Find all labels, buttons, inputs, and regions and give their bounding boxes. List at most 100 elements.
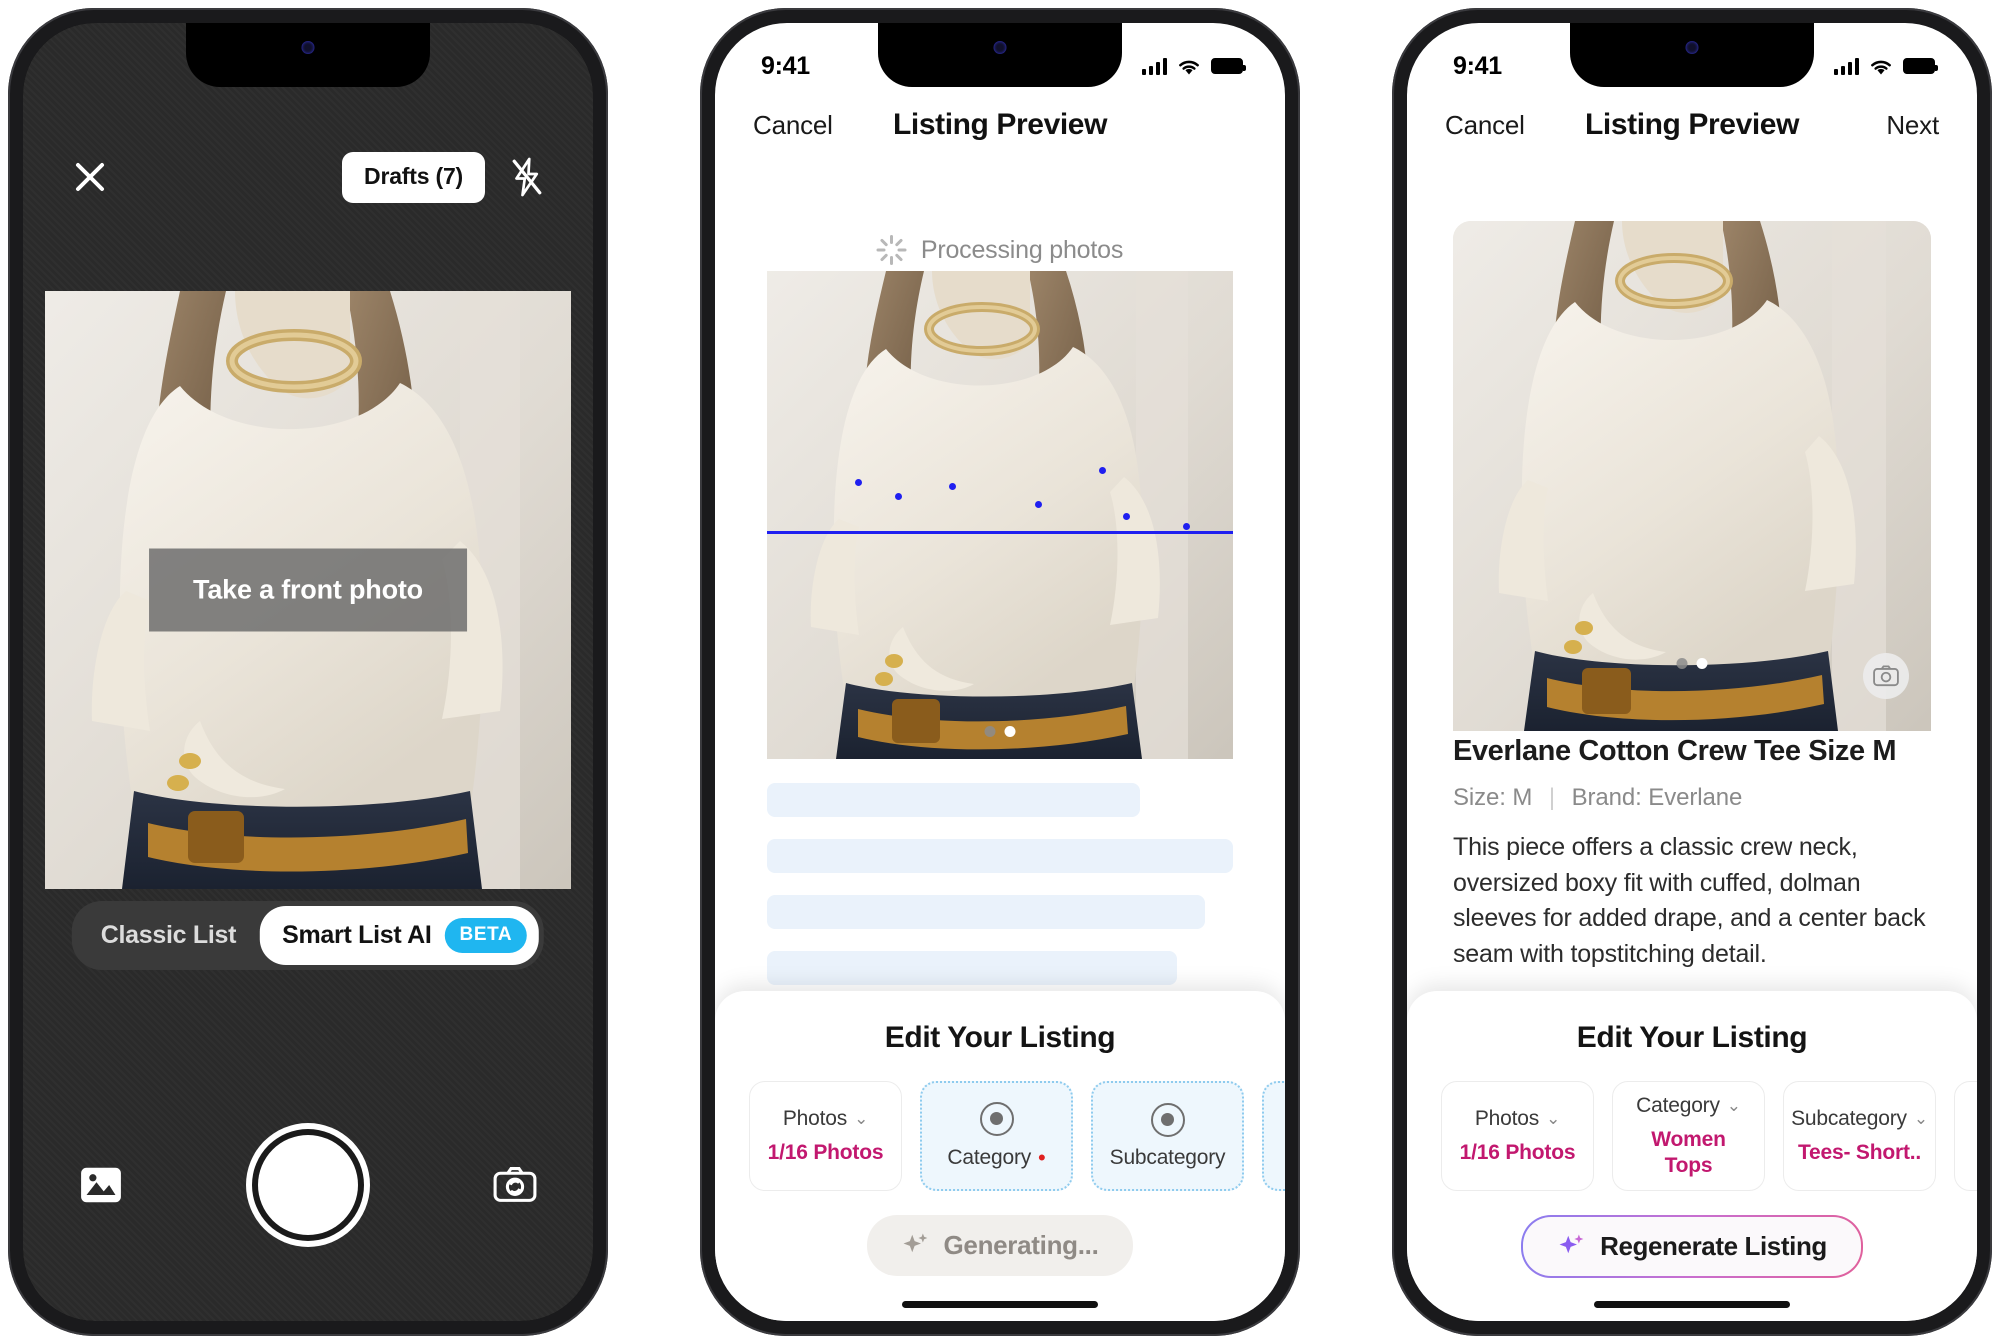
phone-2-processing: 9:41 Cancel Listing Preview Processing p… (700, 8, 1300, 1336)
product-title: Everlane Cotton Crew Tee Size M (1453, 735, 1897, 767)
device-notch (878, 23, 1122, 87)
chip-brand[interactable]: Bra Eve (1954, 1081, 1977, 1191)
chip-label-text: Category (1636, 1094, 1720, 1118)
ai-detection-point (1099, 467, 1106, 474)
battery-icon (1903, 58, 1938, 74)
camera-photo-preview: Take a front photo (45, 291, 571, 889)
generating-label: Generating... (943, 1230, 1099, 1260)
panel-divider-2 (1344, 0, 1348, 1344)
loading-spinner-icon (876, 235, 907, 265)
chip-photos-value: 1/16 Photos (1459, 1140, 1576, 1164)
gallery-icon[interactable] (79, 1166, 123, 1204)
meta-size: Size: M (1453, 784, 1533, 811)
camera-icon[interactable] (1863, 653, 1909, 699)
shutter-button[interactable] (258, 1135, 358, 1235)
battery-icon (1211, 58, 1246, 74)
cancel-button[interactable]: Cancel (753, 110, 833, 141)
regenerate-listing-button[interactable]: Regenerate Listing (1521, 1215, 1863, 1278)
flip-camera-icon[interactable] (493, 1166, 537, 1204)
chevron-down-icon: ⌄ (1546, 1108, 1561, 1128)
content-skeleton (767, 783, 1233, 1007)
chip-subcategory-label: Subcategory (1110, 1146, 1226, 1170)
status-time: 9:41 (1453, 51, 1502, 80)
chevron-down-icon: ⌄ (1913, 1108, 1928, 1128)
next-button[interactable]: Next (1886, 110, 1939, 141)
add-circle-icon (1150, 1102, 1185, 1137)
processing-label: Processing photos (920, 235, 1124, 264)
chip-category[interactable]: Category ⌄ Women Tops (1612, 1081, 1765, 1191)
nav-bar: Cancel Listing Preview (715, 89, 1285, 161)
chip-subcategory-value: Tees- Short.. (1797, 1140, 1922, 1164)
take-front-photo-prompt[interactable]: Take a front photo (149, 548, 467, 632)
processing-status: Processing photos (715, 235, 1285, 265)
product-meta: Size: M | Brand: Everlane (1453, 784, 1931, 812)
drafts-button[interactable]: Drafts (7) (342, 151, 485, 203)
chip-category-label: Category • (947, 1145, 1045, 1171)
device-notch (186, 23, 430, 87)
mode-smart-list-ai[interactable]: Smart List AI BETA (260, 906, 540, 965)
beta-badge: BETA (444, 918, 528, 953)
three-phone-mockup: Drafts (7) Take a front photo Classic Li… (0, 0, 2000, 1344)
ai-detection-point (1123, 513, 1130, 520)
mode-classic-list[interactable]: Classic List (77, 909, 260, 962)
skeleton-line (767, 839, 1233, 873)
camera-viewfinder[interactable]: Drafts (7) Take a front photo Classic Li… (23, 23, 593, 1321)
page-dot-active[interactable] (1004, 726, 1016, 737)
sheet-cta-row: Regenerate Listing (1407, 1215, 1977, 1278)
product-description: This piece offers a classic crew neck, o… (1453, 833, 1926, 968)
chip-subcategory[interactable]: Subcategory (1091, 1081, 1244, 1191)
phone-1-camera: Drafts (7) Take a front photo Classic Li… (8, 8, 608, 1336)
status-time: 9:41 (761, 51, 810, 80)
cellular-signal-icon (1141, 57, 1167, 75)
cancel-button[interactable]: Cancel (1445, 110, 1525, 141)
front-camera-dot (301, 41, 315, 54)
chip-subcategory[interactable]: Subcategory ⌄ Tees- Short.. (1783, 1081, 1936, 1191)
chip-photos[interactable]: Photos ⌄ 1/16 Photos (1441, 1081, 1594, 1191)
wifi-icon (1871, 60, 1891, 74)
meta-brand: Brand: Everlane (1571, 784, 1743, 811)
required-indicator: • (1038, 1144, 1046, 1170)
ai-detection-line (767, 531, 1233, 534)
front-camera-dot (1685, 41, 1699, 54)
camera-controls (23, 1125, 593, 1245)
listing-photo-card[interactable] (767, 271, 1233, 759)
page-dot-active[interactable] (1696, 658, 1708, 669)
listing-photo-card[interactable] (1453, 221, 1931, 731)
chip-photos-label: Photos ⌄ (783, 1107, 868, 1131)
chip-category[interactable]: Category • (920, 1081, 1073, 1191)
skeleton-line (767, 895, 1206, 929)
nav-bar: Cancel Listing Preview Next (1407, 89, 1977, 161)
device-notch (1570, 23, 1814, 87)
chip-photos-label: Photos ⌄ (1475, 1107, 1560, 1131)
generating-button: Generating... (867, 1215, 1133, 1276)
flash-off-icon[interactable] (509, 157, 545, 197)
page-dot[interactable] (984, 726, 996, 737)
home-indicator (1594, 1301, 1790, 1308)
photo-pagination-dots[interactable] (984, 726, 1016, 737)
attribute-chip-row[interactable]: Photos ⌄ 1/16 Photos Category ⌄ Women To… (1407, 1055, 1977, 1191)
chip-label-text: Photos (782, 1106, 848, 1130)
listing-preview-processing-screen: 9:41 Cancel Listing Preview Processing p… (715, 23, 1285, 1321)
listing-photo-illustration (767, 271, 1233, 759)
ai-detection-point (895, 493, 902, 500)
ai-detection-point (1035, 501, 1042, 508)
chip-brand[interactable]: B (1262, 1081, 1285, 1191)
chip-photos[interactable]: Photos ⌄ 1/16 Photos (749, 1081, 902, 1191)
cellular-signal-icon (1833, 57, 1859, 75)
chip-category-value: Women Tops (1651, 1128, 1726, 1177)
sheet-title: Edit Your Listing (884, 1021, 1116, 1054)
chip-label-text: Subcategory (1109, 1145, 1226, 1169)
page-dot[interactable] (1676, 658, 1688, 669)
ai-detection-point (855, 479, 862, 486)
list-mode-toggle[interactable]: Classic List Smart List AI BETA (71, 901, 545, 970)
listing-preview-generated-screen: 9:41 Cancel Listing Preview Next Everlan… (1407, 23, 1977, 1321)
regenerate-label: Regenerate Listing (1600, 1231, 1827, 1261)
listing-photo-illustration (1453, 221, 1931, 731)
front-camera-dot (993, 41, 1007, 54)
page-title: Listing Preview (892, 108, 1108, 141)
attribute-chip-row[interactable]: Photos ⌄ 1/16 Photos Category • Subcateg… (715, 1055, 1285, 1191)
close-icon[interactable] (71, 158, 109, 196)
photo-pagination-dots[interactable] (1676, 658, 1708, 669)
home-indicator (210, 1301, 406, 1308)
chip-photos-value: 1/16 Photos (767, 1140, 884, 1164)
